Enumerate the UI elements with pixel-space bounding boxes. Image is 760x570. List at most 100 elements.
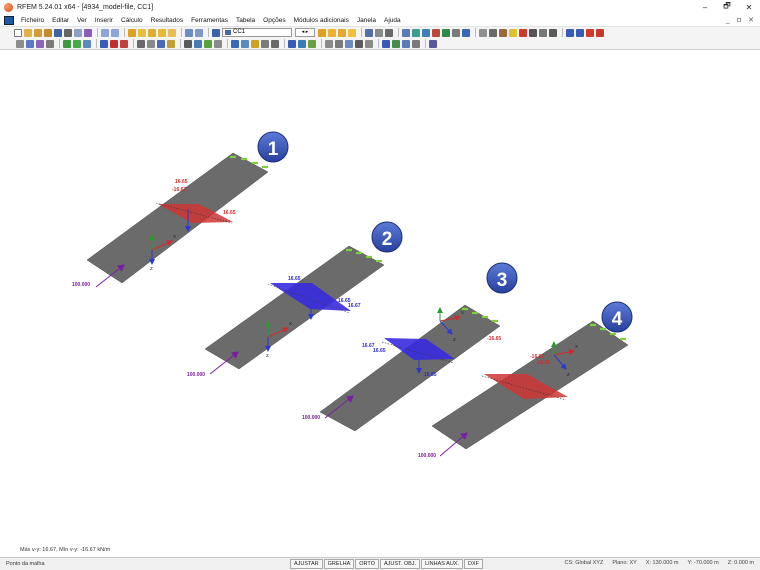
layers-icon[interactable] xyxy=(355,39,363,48)
grid-icon[interactable] xyxy=(195,28,203,37)
dxf-toggle-button[interactable]: DXF xyxy=(464,559,484,569)
mirror-icon[interactable] xyxy=(194,39,202,48)
dxf-layer-icon[interactable] xyxy=(167,39,175,48)
document-icon[interactable] xyxy=(4,15,14,25)
add-on-modules-icon[interactable] xyxy=(429,39,437,48)
help-icon[interactable] xyxy=(596,28,604,37)
select-icon[interactable] xyxy=(479,28,487,37)
export-icon[interactable] xyxy=(345,39,353,48)
guide-lines-toggle-button[interactable]: LINHAS AUX. xyxy=(421,559,464,569)
visibility-icon[interactable] xyxy=(529,28,537,37)
plate-2[interactable]: 16.65 16.65 16.67 X Z 100.000 2 xyxy=(187,221,403,378)
menu-calculo[interactable]: Cálculo xyxy=(117,17,147,24)
maximize-button[interactable]: 🗗 xyxy=(716,0,738,14)
view-side-icon[interactable] xyxy=(412,28,420,37)
divide-icon[interactable] xyxy=(241,39,249,48)
solid-icon[interactable] xyxy=(83,39,91,48)
close-button[interactable]: ✕ xyxy=(738,0,760,14)
line-icon[interactable] xyxy=(26,39,34,48)
generate-icon[interactable] xyxy=(231,39,239,48)
menu-tabela[interactable]: Tabela xyxy=(232,17,259,24)
warning-icon[interactable] xyxy=(509,28,517,37)
dimension-icon[interactable] xyxy=(137,39,145,48)
view-settings-icon[interactable] xyxy=(148,28,156,37)
mesh-icon[interactable] xyxy=(261,39,269,48)
calculate-all-icon[interactable] xyxy=(298,39,306,48)
menu-opcoes[interactable]: Opções xyxy=(259,17,289,24)
plate-surface[interactable] xyxy=(86,152,269,284)
load-case-select[interactable]: CC1 xyxy=(222,28,292,37)
work-plane-icon[interactable] xyxy=(402,39,410,48)
folder-icon[interactable] xyxy=(168,28,176,37)
rotate-icon[interactable] xyxy=(489,28,497,37)
new-file-icon[interactable] xyxy=(14,28,22,37)
comment-icon[interactable] xyxy=(147,39,155,48)
surface-icon[interactable] xyxy=(46,39,54,48)
camera-icon[interactable] xyxy=(539,28,547,37)
menu-resultados[interactable]: Resultados xyxy=(147,17,188,24)
view-perspective-icon[interactable] xyxy=(452,28,460,37)
model-scene[interactable]: 16.65 -16.67 16.65 X Z 100.000 1 16.65 1… xyxy=(0,51,760,557)
minimize-button[interactable]: – xyxy=(694,0,716,14)
results-table-icon[interactable] xyxy=(375,28,383,37)
open-file-icon[interactable] xyxy=(24,28,32,37)
pin-icon[interactable] xyxy=(462,28,470,37)
support-icon[interactable] xyxy=(63,39,71,48)
snap-toggle-button[interactable]: AJUSTAR xyxy=(290,559,323,569)
results-values-icon[interactable] xyxy=(338,28,346,37)
menu-ver[interactable]: Ver xyxy=(73,17,91,24)
printout-report-icon[interactable] xyxy=(84,28,92,37)
mesh-refine-icon[interactable] xyxy=(271,39,279,48)
select-node-icon[interactable] xyxy=(16,39,24,48)
project-manager-icon[interactable] xyxy=(44,28,52,37)
object-snap-toggle-button[interactable]: AJUST. OBJ. xyxy=(379,559,421,569)
nodal-load-icon[interactable] xyxy=(100,39,108,48)
print-graphic-icon[interactable] xyxy=(74,28,82,37)
menu-ferramentas[interactable]: Ferramentas xyxy=(187,17,232,24)
pointer-icon[interactable] xyxy=(549,28,557,37)
smooth-results-icon[interactable] xyxy=(385,28,393,37)
results-on-off-icon[interactable] xyxy=(318,28,326,37)
move-icon[interactable] xyxy=(204,39,212,48)
display-properties-icon[interactable] xyxy=(128,28,136,37)
section-icon[interactable] xyxy=(499,28,507,37)
model-viewport[interactable]: 16.65 -16.67 16.65 X Z 100.000 1 16.65 1… xyxy=(0,51,760,557)
delete-icon[interactable] xyxy=(519,28,527,37)
document-window-controls[interactable]: _ ㅁ ✕ xyxy=(726,15,756,25)
hinge-icon[interactable] xyxy=(73,39,81,48)
menu-editar[interactable]: Editar xyxy=(48,17,73,24)
surface-load-icon[interactable] xyxy=(120,39,128,48)
grid-toggle-button[interactable]: GRELHA xyxy=(323,559,355,569)
graphic-printout-icon[interactable] xyxy=(325,39,333,48)
filter-icon[interactable] xyxy=(365,39,373,48)
view-top-icon[interactable] xyxy=(422,28,430,37)
menu-ficheiro[interactable]: Ficheiro xyxy=(17,17,48,24)
navigator-icon[interactable] xyxy=(576,28,584,37)
load-case-nav-arrows[interactable]: ◂ ▸ xyxy=(295,28,315,37)
results-isolines-icon[interactable] xyxy=(348,28,356,37)
member-icon[interactable] xyxy=(36,39,44,48)
connect-icon[interactable] xyxy=(251,39,259,48)
guide-line-icon[interactable] xyxy=(157,39,165,48)
zoom-icon[interactable] xyxy=(138,28,146,37)
scale-icon[interactable] xyxy=(214,39,222,48)
render-icon[interactable] xyxy=(158,28,166,37)
snap-icon[interactable] xyxy=(412,39,420,48)
view-iso-icon[interactable] xyxy=(432,28,440,37)
view-rotate-icon[interactable] xyxy=(442,28,450,37)
open-project-icon[interactable] xyxy=(34,28,42,37)
copy-icon[interactable] xyxy=(184,39,192,48)
support-reactions-icon[interactable] xyxy=(365,28,373,37)
load-case-icon[interactable] xyxy=(212,28,220,37)
redo-icon[interactable] xyxy=(111,28,119,37)
menu-ajuda[interactable]: Ajuda xyxy=(380,17,405,24)
view-front-icon[interactable] xyxy=(402,28,410,37)
ortho-toggle-button[interactable]: ORTO xyxy=(355,559,379,569)
print-icon[interactable] xyxy=(64,28,72,37)
menu-janela[interactable]: Janela xyxy=(353,17,380,24)
results-deformation-icon[interactable] xyxy=(328,28,336,37)
undo-icon[interactable] xyxy=(101,28,109,37)
calculate-icon[interactable] xyxy=(288,39,296,48)
person-icon[interactable] xyxy=(586,28,594,37)
save-icon[interactable] xyxy=(54,28,62,37)
